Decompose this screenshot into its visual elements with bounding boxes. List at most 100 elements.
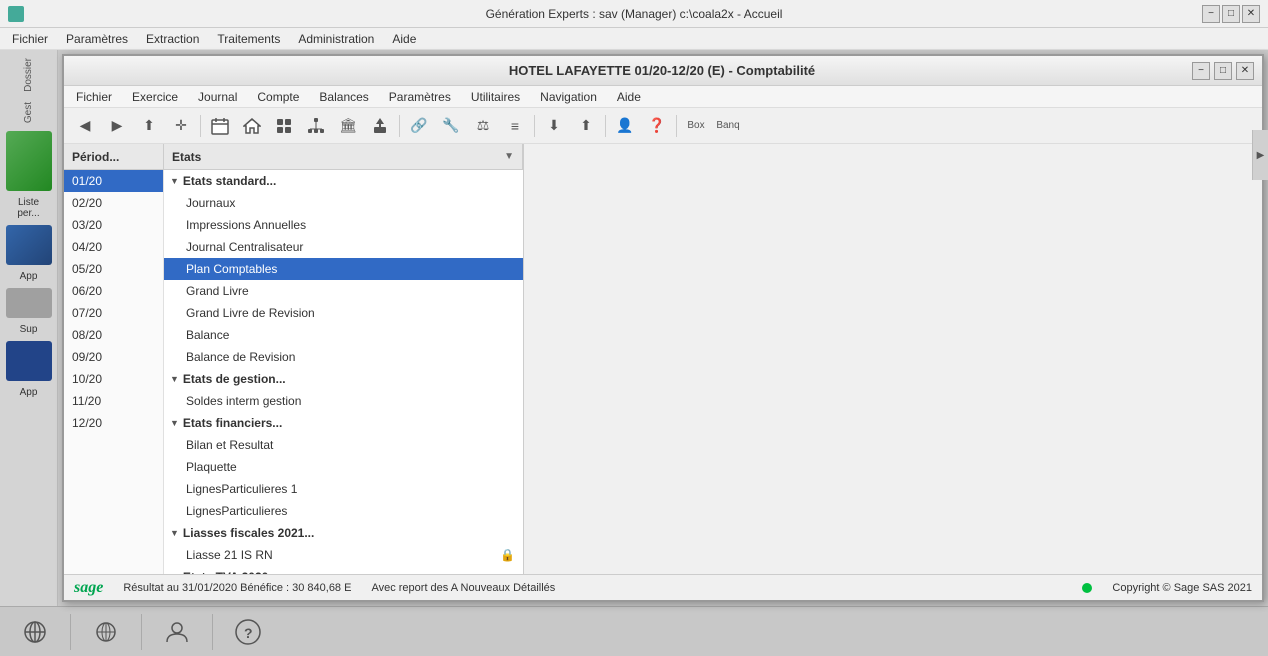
states-item-journal-central[interactable]: Journal Centralisateur bbox=[164, 236, 523, 258]
os-menu-parametres[interactable]: Paramètres bbox=[58, 30, 136, 48]
main-area: Dossier Gest Listeper... App Sup App ▶ H… bbox=[0, 50, 1268, 606]
tool-btn[interactable]: 🔧 bbox=[436, 112, 466, 140]
states-item-impressions[interactable]: Impressions Annuelles bbox=[164, 214, 523, 236]
period-item-0320[interactable]: 03/20 bbox=[64, 214, 163, 236]
window-minimize-btn[interactable]: − bbox=[1192, 62, 1210, 80]
period-item-1220[interactable]: 12/20 bbox=[64, 412, 163, 434]
menu-navigation[interactable]: Navigation bbox=[532, 88, 605, 106]
period-item-0920[interactable]: 09/20 bbox=[64, 346, 163, 368]
states-item-plan-comptables[interactable]: Plan Comptables bbox=[164, 258, 523, 280]
menu-utilitaires[interactable]: Utilitaires bbox=[463, 88, 528, 106]
states-item-grand-livre[interactable]: Grand Livre bbox=[164, 280, 523, 302]
os-menu-traitements[interactable]: Traitements bbox=[209, 30, 288, 48]
states-item-balance[interactable]: Balance bbox=[164, 324, 523, 346]
states-item-grand-livre-revision[interactable]: Grand Livre de Revision bbox=[164, 302, 523, 324]
box-btn[interactable]: Box bbox=[681, 112, 711, 140]
states-item-plaquette[interactable]: Plaquette bbox=[164, 456, 523, 478]
lock-icon: 🔒 bbox=[500, 548, 515, 562]
group-header-liasses[interactable]: ▼ Liasses fiscales 2021... bbox=[164, 522, 523, 544]
window-title: HOTEL LAFAYETTE 01/20-12/20 (E) - Compta… bbox=[132, 63, 1192, 78]
taskbar-help[interactable]: ? bbox=[223, 612, 273, 652]
os-maximize-btn[interactable]: □ bbox=[1222, 5, 1240, 23]
period-item-0820[interactable]: 08/20 bbox=[64, 324, 163, 346]
copyright-text: Copyright © Sage SAS 2021 bbox=[1112, 582, 1252, 594]
group-header-standard[interactable]: ▼ Etats standard... bbox=[164, 170, 523, 192]
user-btn[interactable]: 👤 bbox=[610, 112, 640, 140]
sidebar-green-block[interactable] bbox=[6, 131, 52, 191]
os-minimize-btn[interactable]: − bbox=[1202, 5, 1220, 23]
result-text: Résultat au 31/01/2020 Bénéfice : 30 840… bbox=[123, 582, 351, 594]
banq-btn[interactable]: Banq bbox=[713, 112, 743, 140]
menu-exercice[interactable]: Exercice bbox=[124, 88, 186, 106]
menu-fichier[interactable]: Fichier bbox=[68, 88, 120, 106]
list-btn[interactable]: ≡ bbox=[500, 112, 530, 140]
download-btn[interactable]: ⬇ bbox=[539, 112, 569, 140]
menu-journal[interactable]: Journal bbox=[190, 88, 245, 106]
window-maximize-btn[interactable]: □ bbox=[1214, 62, 1232, 80]
states-item-lignes[interactable]: LignesParticulieres bbox=[164, 500, 523, 522]
period-item-1120[interactable]: 11/20 bbox=[64, 390, 163, 412]
window-close-btn[interactable]: ✕ bbox=[1236, 62, 1254, 80]
os-menu-extraction[interactable]: Extraction bbox=[138, 30, 207, 48]
move-btn[interactable]: ✛ bbox=[166, 112, 196, 140]
os-menu-aide[interactable]: Aide bbox=[384, 30, 424, 48]
period-item-0420[interactable]: 04/20 bbox=[64, 236, 163, 258]
group-header-tva[interactable]: ▼ Etats TVA 2020... bbox=[164, 566, 523, 574]
sidebar-label-liste[interactable]: Listeper... bbox=[15, 195, 41, 221]
calendar-btn[interactable] bbox=[205, 112, 235, 140]
hierarchy-btn[interactable] bbox=[301, 112, 331, 140]
states-header-label: Etats bbox=[172, 150, 201, 164]
taskbar-globe[interactable] bbox=[81, 612, 131, 652]
group-label-gestion: Etats de gestion... bbox=[183, 372, 286, 386]
states-item-journaux[interactable]: Journaux bbox=[164, 192, 523, 214]
app-window: HOTEL LAFAYETTE 01/20-12/20 (E) - Compta… bbox=[62, 54, 1264, 602]
states-item-liasse21[interactable]: Liasse 21 IS RN 🔒 bbox=[164, 544, 523, 566]
states-item-soldes[interactable]: Soldes interm gestion bbox=[164, 390, 523, 412]
os-menu-fichier[interactable]: Fichier bbox=[4, 30, 56, 48]
menu-parametres[interactable]: Paramètres bbox=[381, 88, 459, 106]
taskbar-network[interactable] bbox=[10, 612, 60, 652]
building-btn[interactable]: 🏛 bbox=[333, 112, 363, 140]
os-icon bbox=[8, 6, 24, 22]
period-item-0220[interactable]: 02/20 bbox=[64, 192, 163, 214]
group-header-gestion[interactable]: ▼ Etats de gestion... bbox=[164, 368, 523, 390]
help-btn[interactable]: ❓ bbox=[642, 112, 672, 140]
os-menu-administration[interactable]: Administration bbox=[290, 30, 382, 48]
group-label-financiers: Etats financiers... bbox=[183, 416, 282, 430]
up-btn[interactable]: ⬆ bbox=[134, 112, 164, 140]
upload-btn[interactable]: ⬆ bbox=[571, 112, 601, 140]
sidebar-label-app2[interactable]: App bbox=[18, 385, 40, 400]
link-btn[interactable]: 🔗 bbox=[404, 112, 434, 140]
balance-btn[interactable]: ⚖ bbox=[468, 112, 498, 140]
export-btn[interactable] bbox=[365, 112, 395, 140]
menu-compte[interactable]: Compte bbox=[249, 88, 307, 106]
states-dropdown-arrow[interactable]: ▼ bbox=[504, 151, 514, 162]
menu-aide[interactable]: Aide bbox=[609, 88, 649, 106]
menu-balances[interactable]: Balances bbox=[311, 88, 376, 106]
group-header-financiers[interactable]: ▼ Etats financiers... bbox=[164, 412, 523, 434]
period-item-0520[interactable]: 05/20 bbox=[64, 258, 163, 280]
sidebar-blue-block[interactable] bbox=[6, 225, 52, 265]
period-item-0620[interactable]: 06/20 bbox=[64, 280, 163, 302]
home-btn[interactable] bbox=[237, 112, 267, 140]
sage-logo: sage bbox=[74, 579, 103, 597]
period-item-1020[interactable]: 10/20 bbox=[64, 368, 163, 390]
sidebar-gray-block[interactable] bbox=[6, 288, 52, 318]
sidebar-label-app[interactable]: App bbox=[18, 269, 40, 284]
period-header: Périod... bbox=[64, 144, 164, 169]
os-close-btn[interactable]: ✕ bbox=[1242, 5, 1260, 23]
forward-btn[interactable]: ▶ bbox=[102, 112, 132, 140]
grid-btn[interactable] bbox=[269, 112, 299, 140]
period-header-label: Périod... bbox=[72, 150, 119, 164]
status-dot bbox=[1082, 583, 1092, 593]
back-btn[interactable]: ◀ bbox=[70, 112, 100, 140]
sidebar-dark-block[interactable] bbox=[6, 341, 52, 381]
states-item-bilan[interactable]: Bilan et Resultat bbox=[164, 434, 523, 456]
taskbar-person[interactable] bbox=[152, 612, 202, 652]
group-label-liasses: Liasses fiscales 2021... bbox=[183, 526, 314, 540]
states-item-lignes1[interactable]: LignesParticulieres 1 bbox=[164, 478, 523, 500]
period-item-0720[interactable]: 07/20 bbox=[64, 302, 163, 324]
states-item-balance-revision[interactable]: Balance de Revision bbox=[164, 346, 523, 368]
period-item-0120[interactable]: 01/20 bbox=[64, 170, 163, 192]
sidebar-label-sup[interactable]: Sup bbox=[18, 322, 40, 337]
